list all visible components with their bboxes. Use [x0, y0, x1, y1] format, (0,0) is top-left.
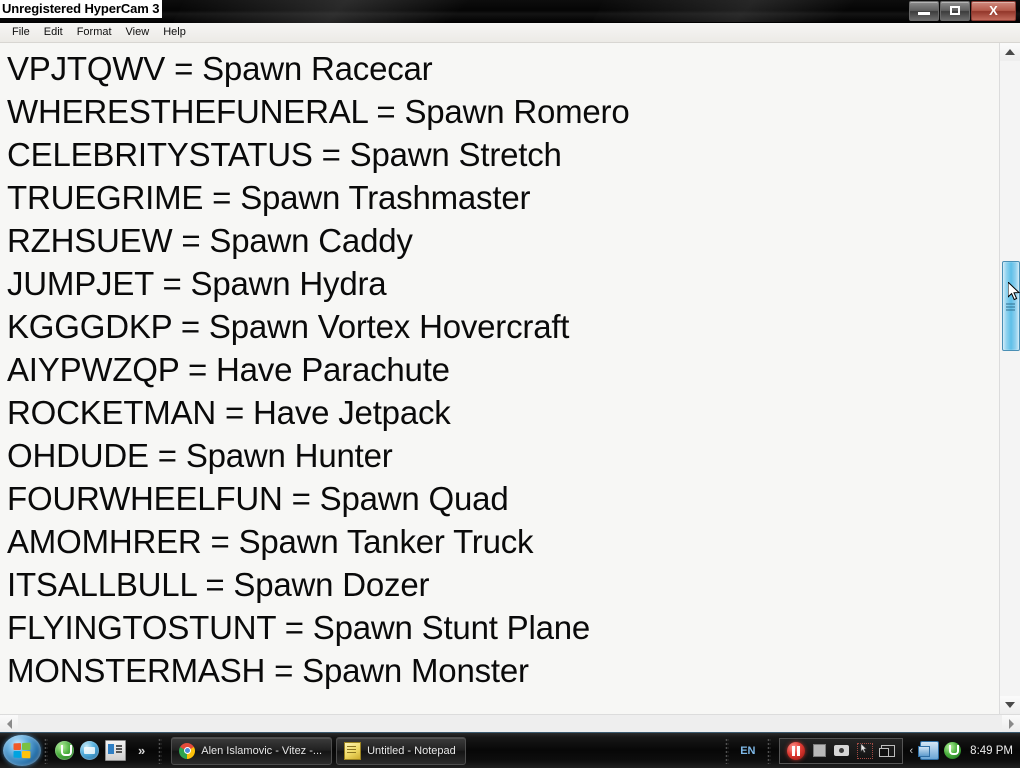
language-indicator[interactable]: EN — [737, 744, 758, 758]
text-line: AMOMHRER = Spawn Tanker Truck — [7, 523, 534, 560]
utorrent-tray-icon[interactable] — [944, 742, 962, 759]
task-button-label: Untitled - Notepad — [367, 744, 456, 757]
quick-launch-bar: » — [51, 740, 155, 761]
scroll-left-button[interactable] — [0, 715, 18, 732]
text-line: ITSALLBULL = Spawn Dozer — [7, 566, 430, 603]
text-line: KGGGDKP = Spawn Vortex Hovercraft — [7, 308, 570, 345]
menu-format[interactable]: Format — [70, 24, 119, 41]
chevron-right-icon — [1008, 718, 1014, 729]
titlebar-glass-highlight — [172, 0, 588, 23]
text-line: FOURWHEELFUN = Spawn Quad — [7, 480, 509, 517]
text-line: AIYPWZQP = Have Parachute — [7, 351, 450, 388]
hypercam-watermark: Unregistered HyperCam 3 — [0, 0, 163, 18]
text-editor[interactable]: VPJTQWV = Spawn Racecar WHERESTHEFUNERAL… — [0, 43, 999, 714]
notepad-window: Unregistered HyperCam 3 X File Edit Form… — [0, 0, 1020, 733]
camera-icon[interactable] — [833, 745, 849, 756]
task-button-chrome[interactable]: Alen Islamovic - Vitez -... — [171, 736, 333, 765]
media-window-icon[interactable] — [105, 740, 126, 761]
system-tray: EN ‹ 8:49 PM — [722, 737, 1020, 764]
text-line: TRUEGRIME = Spawn Trashmaster — [7, 179, 531, 216]
menu-edit[interactable]: Edit — [37, 24, 70, 41]
vertical-scrollbar[interactable] — [999, 43, 1020, 714]
taskbar-separator — [158, 737, 163, 764]
scroll-down-button[interactable] — [1000, 696, 1020, 714]
chrome-icon — [179, 742, 196, 759]
cursor-icon[interactable] — [856, 742, 873, 759]
window-titlebar[interactable]: Unregistered HyperCam 3 X — [0, 0, 1020, 23]
tray-separator — [766, 737, 771, 764]
text-line: JUMPJET = Spawn Hydra — [7, 265, 387, 302]
tray-separator — [725, 737, 730, 764]
task-button-label: Alen Islamovic - Vitez -... — [201, 744, 323, 757]
text-line: RZHSUEW = Spawn Caddy — [7, 222, 413, 259]
taskbar-separator — [44, 737, 48, 764]
tray-expand-chevron-icon[interactable]: ‹ — [908, 745, 916, 757]
window-controls: X — [909, 1, 1016, 21]
editor-area: VPJTQWV = Spawn Racecar WHERESTHEFUNERAL… — [0, 43, 1020, 714]
text-line: WHERESTHEFUNERAL = Spawn Romero — [7, 93, 630, 130]
text-line: MONSTERMASH = Spawn Monster — [7, 652, 529, 689]
text-line: CELEBRITYSTATUS = Spawn Stretch — [7, 136, 562, 173]
menu-file[interactable]: File — [5, 24, 37, 41]
horizontal-scrollbar[interactable] — [0, 714, 1020, 733]
clock[interactable]: 8:49 PM — [966, 745, 1013, 757]
scroll-grip-icon — [1006, 302, 1015, 311]
window-select-icon[interactable] — [878, 744, 895, 757]
close-icon: X — [989, 3, 998, 18]
blue-circle-icon[interactable] — [80, 741, 99, 760]
task-button-list: Alen Islamovic - Vitez -... Untitled - N… — [165, 736, 466, 765]
utorrent-icon[interactable] — [55, 741, 74, 760]
close-button[interactable]: X — [971, 1, 1016, 21]
start-button[interactable] — [3, 735, 41, 766]
text-line: FLYINGTOSTUNT = Spawn Stunt Plane — [7, 609, 591, 646]
vertical-scroll-track[interactable] — [1000, 61, 1020, 696]
text-line: ROCKETMAN = Have Jetpack — [7, 394, 451, 431]
text-line: OHDUDE = Spawn Hunter — [7, 437, 393, 474]
menu-help[interactable]: Help — [156, 24, 193, 41]
minimize-button[interactable] — [909, 1, 939, 21]
menu-bar: File Edit Format View Help — [0, 23, 1020, 43]
stop-icon[interactable] — [812, 744, 826, 757]
task-button-notepad[interactable]: Untitled - Notepad — [336, 736, 466, 765]
hypercam-recorder-toolbar — [778, 737, 903, 764]
maximize-button[interactable] — [940, 1, 970, 21]
minimize-icon — [918, 12, 930, 15]
chevron-down-icon — [1005, 702, 1015, 708]
chevron-left-icon — [6, 718, 12, 729]
windows-logo-icon — [13, 742, 31, 759]
maximize-icon — [950, 6, 960, 15]
network-icon[interactable] — [918, 741, 940, 760]
titlebar-glass-highlight-2 — [592, 0, 938, 22]
chevron-up-icon — [1005, 49, 1015, 55]
desktop-background: Unregistered HyperCam 3 X File Edit Form… — [0, 0, 1020, 768]
notepad-icon — [344, 741, 362, 760]
text-line: VPJTQWV = Spawn Racecar — [7, 50, 433, 87]
scroll-right-button[interactable] — [1002, 715, 1020, 732]
pause-icon[interactable] — [786, 741, 805, 760]
menu-view[interactable]: View — [119, 24, 157, 41]
quick-launch-overflow-button[interactable]: » — [132, 742, 151, 760]
taskbar: » Alen Islamovic - Vitez -... Untitled -… — [0, 732, 1020, 768]
vertical-scroll-thumb[interactable] — [1002, 261, 1020, 351]
scroll-up-button[interactable] — [1000, 43, 1020, 61]
